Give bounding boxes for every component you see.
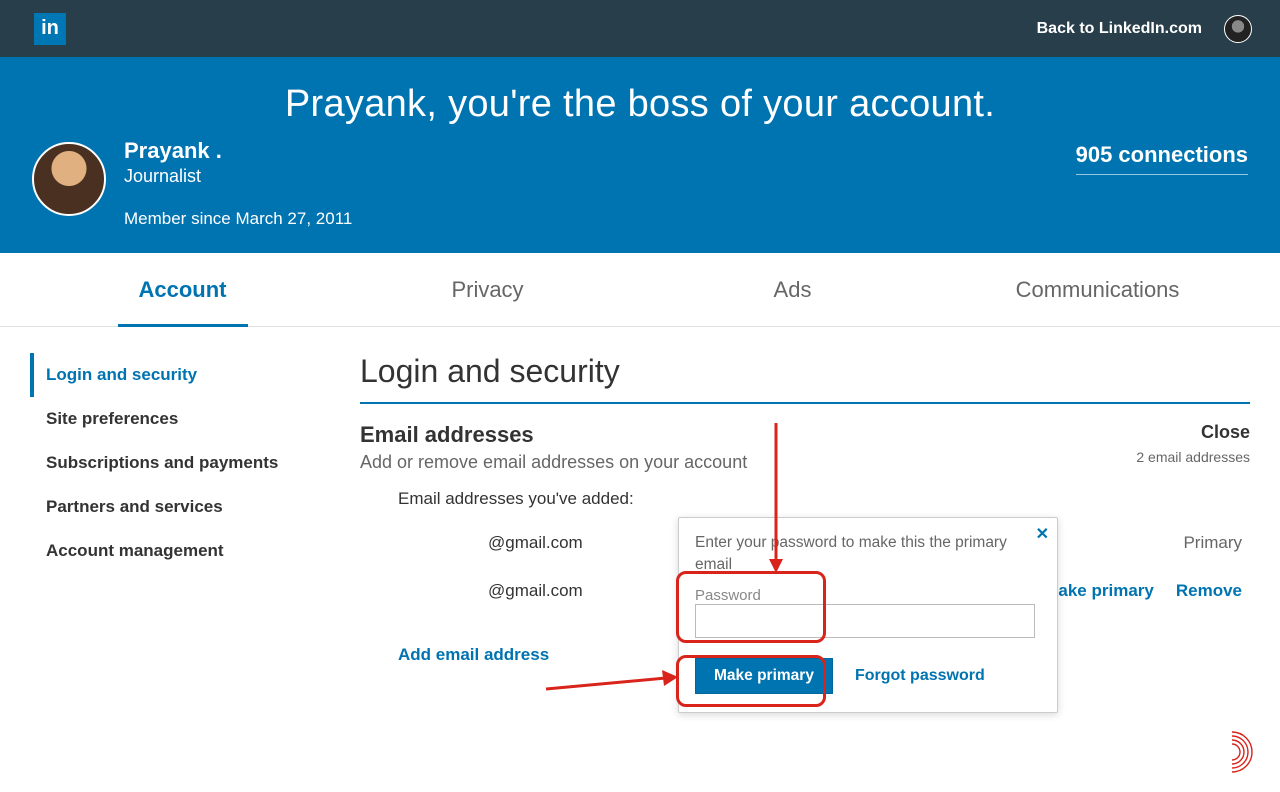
close-section-link[interactable]: Close <box>1136 422 1250 443</box>
user-avatar[interactable] <box>32 142 106 216</box>
sidebar-item-site-preferences[interactable]: Site preferences <box>30 397 310 441</box>
email-address-1: @gmail.com <box>488 533 583 553</box>
tab-communications[interactable]: Communications <box>945 253 1250 326</box>
section-emails-subtitle: Add or remove email addresses on your ac… <box>360 452 747 473</box>
top-nav: in Back to LinkedIn.com <box>0 0 1280 57</box>
hero-title: Prayank, you're the boss of your account… <box>32 83 1248 126</box>
settings-tabs: Account Privacy Ads Communications <box>0 253 1280 327</box>
member-since: Member since March 27, 2011 <box>124 209 352 229</box>
connections-count[interactable]: 905 connections <box>1076 142 1248 175</box>
forgot-password-link[interactable]: Forgot password <box>855 667 985 685</box>
tab-account[interactable]: Account <box>30 253 335 326</box>
back-to-linkedin-link[interactable]: Back to LinkedIn.com <box>1037 20 1202 38</box>
remove-email-link[interactable]: Remove <box>1176 581 1242 601</box>
make-primary-link[interactable]: Make primary <box>1044 581 1154 601</box>
email-address-2: @gmail.com <box>488 581 583 601</box>
sidebar-item-subscriptions[interactable]: Subscriptions and payments <box>30 441 310 485</box>
sidebar-item-login-security[interactable]: Login and security <box>30 353 310 397</box>
annotation-arrow-right-icon <box>546 665 680 695</box>
password-input[interactable] <box>695 604 1035 638</box>
user-name: Prayank . <box>124 138 352 164</box>
profile-avatar-icon[interactable] <box>1224 15 1252 43</box>
email-count: 2 email addresses <box>1136 449 1250 465</box>
user-role: Journalist <box>124 166 352 187</box>
sidebar-item-partners[interactable]: Partners and services <box>30 485 310 529</box>
emails-added-label: Email addresses you've added: <box>398 489 1250 509</box>
sidebar-item-account-management[interactable]: Account management <box>30 529 310 573</box>
primary-badge: Primary <box>1183 533 1242 553</box>
tab-privacy[interactable]: Privacy <box>335 253 640 326</box>
settings-sidebar: Login and security Site preferences Subs… <box>30 353 310 665</box>
make-primary-button[interactable]: Make primary <box>695 658 833 694</box>
main-panel: Login and security Email addresses Add o… <box>360 353 1250 665</box>
confirm-password-popover: ✕ Enter your password to make this the p… <box>678 517 1058 713</box>
section-emails-title: Email addresses <box>360 422 747 448</box>
hero-banner: Prayank, you're the boss of your account… <box>0 57 1280 253</box>
page-title: Login and security <box>360 353 1250 390</box>
linkedin-logo[interactable]: in <box>34 13 66 45</box>
close-icon[interactable]: ✕ <box>1036 524 1049 544</box>
watermark-logo-icon <box>1210 726 1262 778</box>
password-label: Password <box>695 587 1041 604</box>
tab-ads[interactable]: Ads <box>640 253 945 326</box>
add-email-link[interactable]: Add email address <box>398 645 549 665</box>
popover-message: Enter your password to make this the pri… <box>695 532 1041 575</box>
divider <box>360 402 1250 404</box>
